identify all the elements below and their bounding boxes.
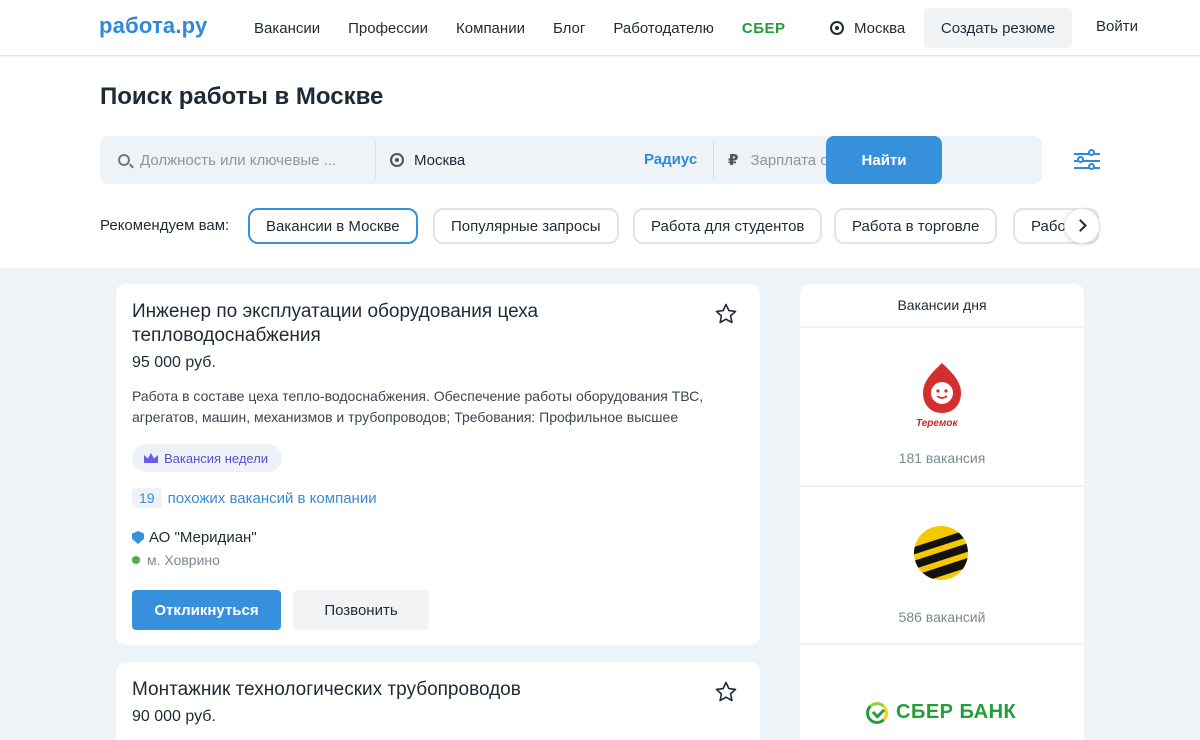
teremok-logo-icon [923,363,961,413]
similar-count: 19 [132,488,162,508]
beeline-logo-icon [914,526,968,580]
location-pin-icon [830,21,844,35]
metro-station: м. Ховрино [132,552,220,568]
nav-companies[interactable]: Компании [456,20,525,37]
find-button[interactable]: Найти [826,136,942,184]
job-salary: 90 000 руб. [132,708,216,725]
divider [713,142,714,178]
search-section: Поиск работы в Москве Должность или ключ… [0,57,1200,268]
chip-popular-queries[interactable]: Популярные запросы [433,208,619,244]
similar-vacancies-link[interactable]: 19 похожих вакансий в компании [132,488,377,508]
teremok-logo-text: Теремок [916,418,958,429]
city-label: Москва [854,19,906,37]
verified-icon [132,531,144,544]
crown-icon [144,453,158,463]
site-logo[interactable]: работа.ру [99,13,207,39]
vacancy-count: 181 вакансия [898,450,986,466]
job-card[interactable]: Монтажник технологических трубопроводов … [116,662,760,740]
main-nav: Вакансии Профессии Компании Блог Работод… [254,0,813,56]
recommend-chips: Вакансии в Москве Популярные запросы Раб… [248,208,1100,244]
job-card[interactable]: Инженер по эксплуатации оборудования цех… [116,284,760,645]
star-icon[interactable] [714,302,738,326]
metro-dot-icon [132,556,140,564]
location-pin-icon [390,153,404,167]
job-salary: 95 000 руб. [132,354,216,371]
vacancies-of-day-panel: Вакансии дня Теремок 181 вакансия 586 ва… [800,284,1084,740]
ruble-icon: ₽ [728,152,739,169]
recommend-label: Рекомендуем вам: [100,217,230,234]
top-navigation: работа.ру Вакансии Профессии Компании Бл… [0,0,1200,56]
city-selector[interactable]: Москва [830,0,905,56]
chip-student-jobs[interactable]: Работа для студентов [633,208,823,244]
job-title[interactable]: Инженер по эксплуатации оборудования цех… [132,300,692,348]
job-title[interactable]: Монтажник технологических трубопроводов [132,678,692,702]
apply-button[interactable]: Откликнуться [132,590,281,630]
chevron-right-icon[interactable] [1064,208,1100,244]
search-icon [118,154,130,166]
call-button[interactable]: Позвонить [293,590,429,630]
company-promo-sberbank[interactable]: СБЕР БАНК [800,645,1084,740]
similar-text: похожих вакансий в компании [167,489,377,507]
nav-blog[interactable]: Блог [553,20,585,37]
job-description: Работа в составе цеха тепло-водоснабжени… [132,388,704,425]
company-name[interactable]: АО "Меридиан" [132,529,257,546]
panel-title: Вакансии дня [800,284,1084,328]
vacancy-of-week-badge: Вакансия недели [132,444,283,472]
nav-professions[interactable]: Профессии [348,20,428,37]
star-icon[interactable] [714,680,738,704]
vacancy-count: 586 вакансий [898,609,986,625]
company-promo-beeline[interactable]: 586 вакансий [800,487,1084,645]
radius-button[interactable]: Радиус [644,151,697,168]
filters-icon[interactable] [1074,149,1100,171]
page-title: Поиск работы в Москве [100,83,384,110]
chip-moscow-vacancies[interactable]: Вакансии в Москве [248,208,418,244]
login-link[interactable]: Войти [1096,18,1138,35]
nav-employer[interactable]: Работодателю [613,20,713,37]
sber-ring-icon [866,701,888,724]
nav-sber[interactable]: СБЕР [742,20,786,37]
nav-vacancies[interactable]: Вакансии [254,20,320,37]
create-resume-button[interactable]: Создать резюме [924,8,1072,48]
company-promo-teremok[interactable]: Теремок 181 вакансия [800,328,1084,487]
location-value: Москва [414,151,466,169]
sberbank-logo: СБЕР БАНК [866,701,1016,724]
query-field[interactable]: Должность или ключевые ... [118,136,368,184]
chip-retail-jobs[interactable]: Работа в торговле [834,208,998,244]
divider [375,142,376,178]
query-placeholder: Должность или ключевые ... [140,151,337,169]
